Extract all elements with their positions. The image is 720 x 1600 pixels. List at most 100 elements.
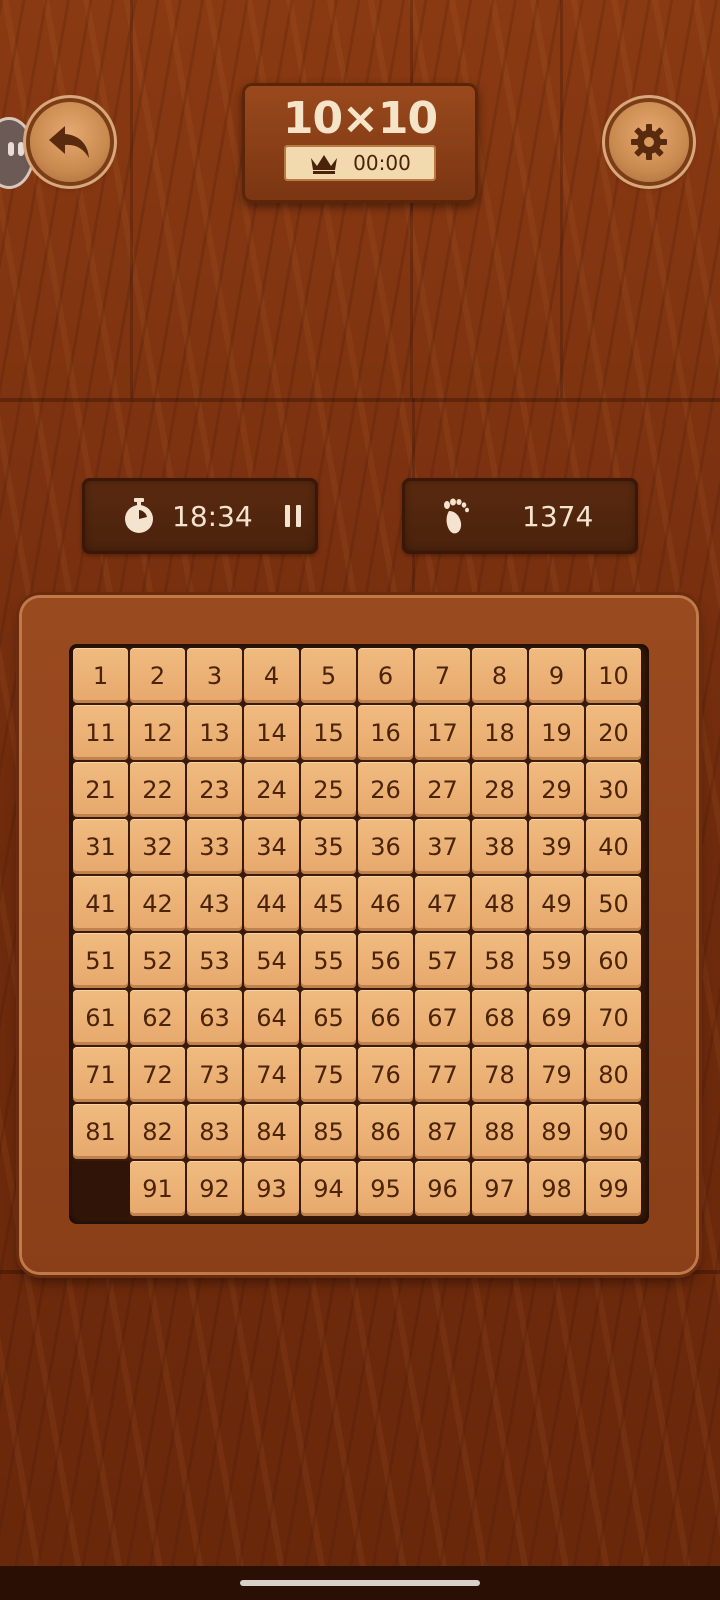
number-tile[interactable]: 82 <box>130 1104 185 1159</box>
number-tile[interactable]: 7 <box>415 648 470 703</box>
number-tile[interactable]: 34 <box>244 819 299 874</box>
number-tile[interactable]: 61 <box>73 990 128 1045</box>
number-tile[interactable]: 98 <box>529 1161 584 1216</box>
number-tile[interactable]: 64 <box>244 990 299 1045</box>
number-tile[interactable]: 40 <box>586 819 641 874</box>
floating-assistant-bubble[interactable] <box>0 120 32 186</box>
back-button[interactable] <box>30 102 110 182</box>
number-tile[interactable]: 84 <box>244 1104 299 1159</box>
number-tile[interactable]: 27 <box>415 762 470 817</box>
number-tile[interactable]: 14 <box>244 705 299 760</box>
number-tile[interactable]: 83 <box>187 1104 242 1159</box>
number-tile[interactable]: 79 <box>529 1047 584 1102</box>
number-tile[interactable]: 13 <box>187 705 242 760</box>
number-tile[interactable]: 52 <box>130 933 185 988</box>
number-tile[interactable]: 99 <box>586 1161 641 1216</box>
number-tile[interactable]: 16 <box>358 705 413 760</box>
number-tile[interactable]: 49 <box>529 876 584 931</box>
number-tile[interactable]: 80 <box>586 1047 641 1102</box>
number-tile[interactable]: 36 <box>358 819 413 874</box>
number-tile[interactable]: 19 <box>529 705 584 760</box>
number-tile[interactable]: 37 <box>415 819 470 874</box>
number-tile[interactable]: 58 <box>472 933 527 988</box>
number-tile[interactable]: 29 <box>529 762 584 817</box>
number-tile[interactable]: 60 <box>586 933 641 988</box>
settings-button[interactable] <box>609 102 689 182</box>
number-tile[interactable]: 35 <box>301 819 356 874</box>
number-tile[interactable]: 32 <box>130 819 185 874</box>
number-tile[interactable]: 68 <box>472 990 527 1045</box>
number-tile[interactable]: 88 <box>472 1104 527 1159</box>
number-tile[interactable]: 50 <box>586 876 641 931</box>
number-tile[interactable]: 23 <box>187 762 242 817</box>
number-tile[interactable]: 86 <box>358 1104 413 1159</box>
number-tile[interactable]: 70 <box>586 990 641 1045</box>
number-tile[interactable]: 1 <box>73 648 128 703</box>
number-tile[interactable]: 85 <box>301 1104 356 1159</box>
number-tile[interactable]: 45 <box>301 876 356 931</box>
number-tile[interactable]: 33 <box>187 819 242 874</box>
number-tile[interactable]: 48 <box>472 876 527 931</box>
number-tile[interactable]: 93 <box>244 1161 299 1216</box>
number-tile[interactable]: 51 <box>73 933 128 988</box>
number-tile[interactable]: 31 <box>73 819 128 874</box>
number-tile[interactable]: 95 <box>358 1161 413 1216</box>
number-tile[interactable]: 92 <box>187 1161 242 1216</box>
number-tile[interactable]: 9 <box>529 648 584 703</box>
number-tile[interactable]: 71 <box>73 1047 128 1102</box>
number-tile[interactable]: 18 <box>472 705 527 760</box>
number-tile[interactable]: 63 <box>187 990 242 1045</box>
number-tile[interactable]: 21 <box>73 762 128 817</box>
number-tile[interactable]: 47 <box>415 876 470 931</box>
number-tile[interactable]: 20 <box>586 705 641 760</box>
number-tile[interactable]: 69 <box>529 990 584 1045</box>
number-tile[interactable]: 54 <box>244 933 299 988</box>
number-tile[interactable]: 8 <box>472 648 527 703</box>
number-tile[interactable]: 91 <box>130 1161 185 1216</box>
number-tile[interactable]: 67 <box>415 990 470 1045</box>
number-tile[interactable]: 72 <box>130 1047 185 1102</box>
number-tile[interactable]: 96 <box>415 1161 470 1216</box>
number-tile[interactable]: 66 <box>358 990 413 1045</box>
number-tile[interactable]: 25 <box>301 762 356 817</box>
number-tile[interactable]: 59 <box>529 933 584 988</box>
number-tile[interactable]: 17 <box>415 705 470 760</box>
number-tile[interactable]: 22 <box>130 762 185 817</box>
pause-icon[interactable] <box>283 503 303 529</box>
number-tile[interactable]: 43 <box>187 876 242 931</box>
number-tile[interactable]: 24 <box>244 762 299 817</box>
number-tile[interactable]: 81 <box>73 1104 128 1159</box>
number-tile[interactable]: 97 <box>472 1161 527 1216</box>
number-tile[interactable]: 12 <box>130 705 185 760</box>
number-tile[interactable]: 28 <box>472 762 527 817</box>
number-tile[interactable]: 73 <box>187 1047 242 1102</box>
number-tile[interactable]: 94 <box>301 1161 356 1216</box>
number-tile[interactable]: 38 <box>472 819 527 874</box>
home-indicator[interactable] <box>240 1580 480 1586</box>
number-tile[interactable]: 39 <box>529 819 584 874</box>
number-tile[interactable]: 76 <box>358 1047 413 1102</box>
number-tile[interactable]: 2 <box>130 648 185 703</box>
number-tile[interactable]: 87 <box>415 1104 470 1159</box>
number-tile[interactable]: 89 <box>529 1104 584 1159</box>
number-tile[interactable]: 11 <box>73 705 128 760</box>
number-tile[interactable]: 65 <box>301 990 356 1045</box>
number-tile[interactable]: 15 <box>301 705 356 760</box>
number-tile[interactable]: 57 <box>415 933 470 988</box>
number-tile[interactable]: 77 <box>415 1047 470 1102</box>
number-tile[interactable]: 62 <box>130 990 185 1045</box>
number-tile[interactable]: 90 <box>586 1104 641 1159</box>
number-tile[interactable]: 3 <box>187 648 242 703</box>
number-tile[interactable]: 44 <box>244 876 299 931</box>
number-tile[interactable]: 26 <box>358 762 413 817</box>
number-tile[interactable]: 75 <box>301 1047 356 1102</box>
number-tile[interactable]: 42 <box>130 876 185 931</box>
number-tile[interactable]: 53 <box>187 933 242 988</box>
number-tile[interactable]: 6 <box>358 648 413 703</box>
number-tile[interactable]: 46 <box>358 876 413 931</box>
number-tile[interactable]: 74 <box>244 1047 299 1102</box>
number-tile[interactable]: 78 <box>472 1047 527 1102</box>
number-tile[interactable]: 5 <box>301 648 356 703</box>
number-tile[interactable]: 41 <box>73 876 128 931</box>
number-tile[interactable]: 55 <box>301 933 356 988</box>
